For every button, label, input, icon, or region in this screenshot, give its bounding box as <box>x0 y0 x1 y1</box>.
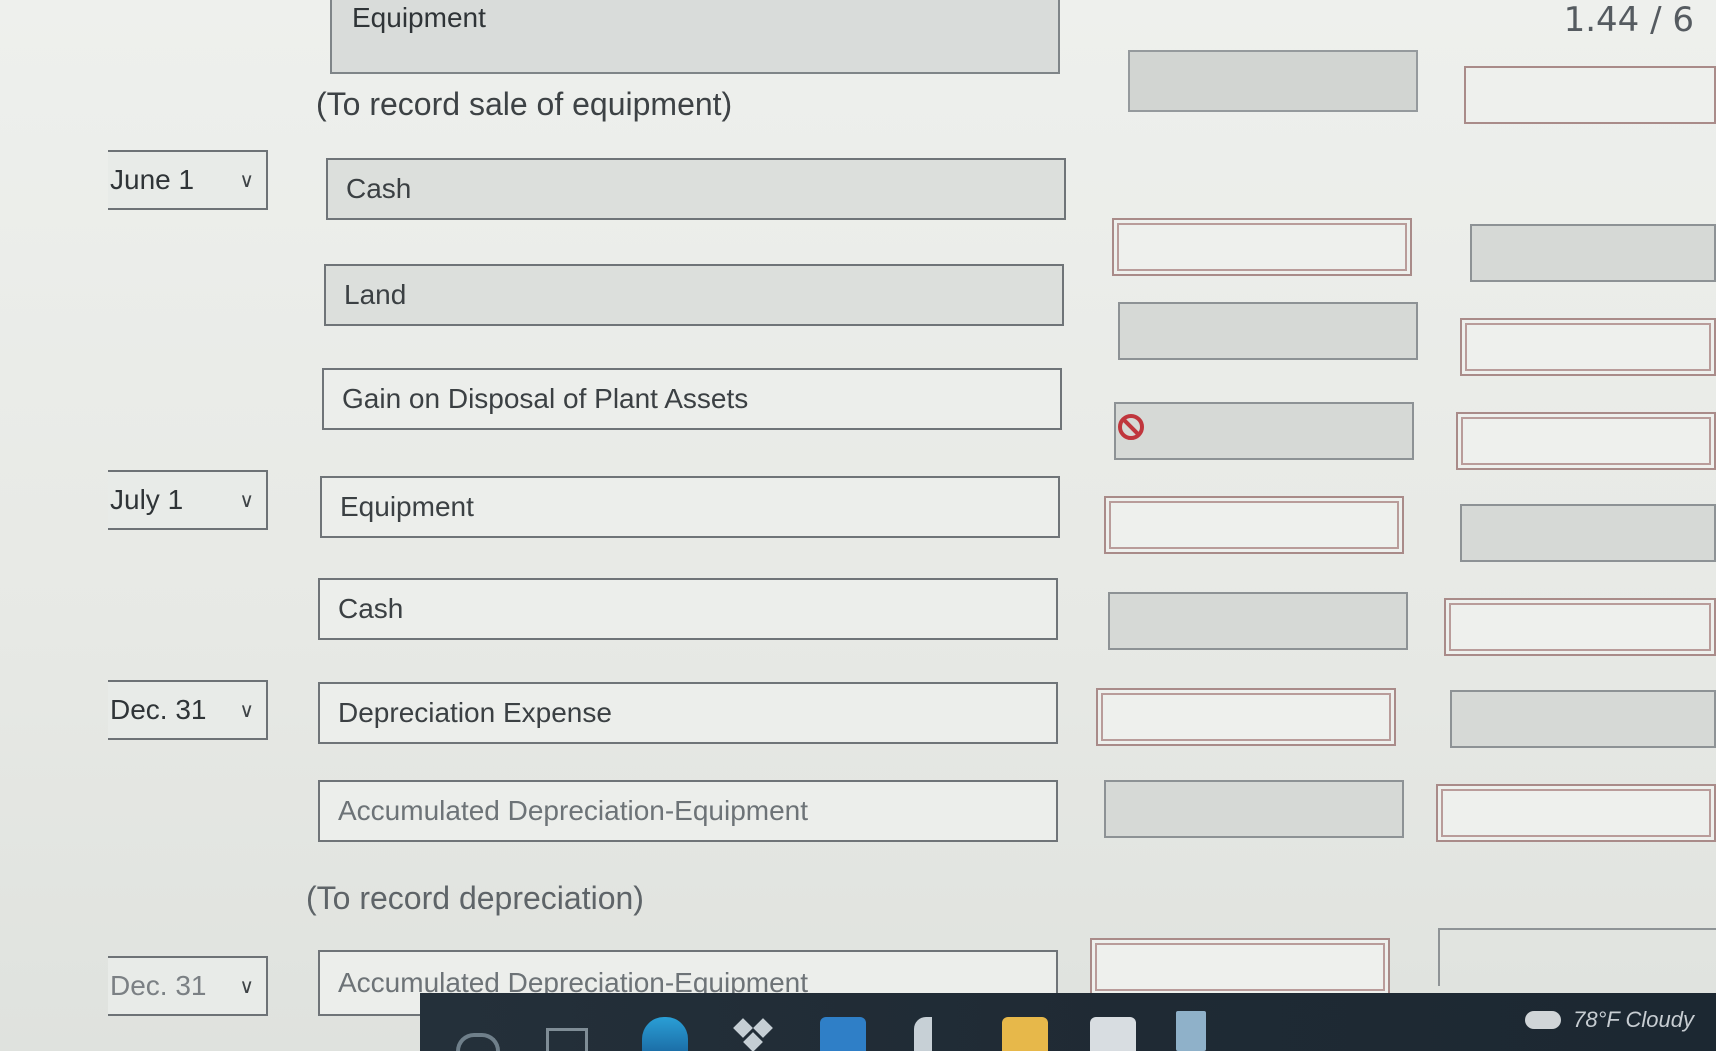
credit-amount-field[interactable] <box>1450 690 1716 748</box>
date-select-label: Dec. 31 <box>110 970 207 1001</box>
account-field-cash-2[interactable]: Cash <box>318 578 1058 640</box>
account-field-cash[interactable]: Cash <box>326 158 1066 220</box>
cloud-icon <box>1525 1011 1562 1029</box>
store-icon[interactable] <box>1090 1017 1136 1051</box>
chevron-down-icon: ∨ <box>239 169 254 192</box>
date-select-dec-31[interactable]: Dec. 31 ∨ <box>108 680 268 740</box>
top-credit-amount-field[interactable] <box>1464 66 1716 124</box>
edge-browser-icon[interactable] <box>642 1017 688 1051</box>
credit-amount-field[interactable] <box>1456 412 1716 470</box>
account-field-label: Land <box>344 279 407 310</box>
date-select-label: Dec. 31 <box>110 694 207 725</box>
top-account-label: Equipment <box>352 2 486 33</box>
journal-entry-page: Equipment 1.44 / 6 (To record sale of eq… <box>0 0 1716 1051</box>
credit-amount-field[interactable] <box>1460 504 1716 562</box>
sale-note: (To record sale of equipment) <box>316 86 733 122</box>
account-field-label: Depreciation Expense <box>338 697 612 728</box>
credit-amount-field[interactable] <box>1444 598 1716 656</box>
debit-amount-field[interactable] <box>1090 938 1390 996</box>
debit-amount-field[interactable] <box>1112 218 1412 276</box>
date-select-label: June 1 <box>110 164 195 195</box>
weather-widget[interactable]: 78°F Cloudy <box>1525 1007 1694 1033</box>
date-select-dec-31-2[interactable]: Dec. 31 ∨ <box>108 956 268 1016</box>
debit-amount-field[interactable] <box>1118 302 1418 360</box>
account-field-gain-on-disposal[interactable]: Gain on Disposal of Plant Assets <box>322 368 1062 430</box>
credit-amount-field[interactable] <box>1460 318 1716 376</box>
account-field-label: Cash <box>338 593 404 624</box>
folder-icon[interactable] <box>1002 1017 1048 1051</box>
chevron-down-icon: ∨ <box>239 975 254 998</box>
calculator-icon[interactable] <box>1176 1011 1206 1051</box>
debit-amount-field[interactable] <box>1104 496 1404 554</box>
chevron-down-icon: ∨ <box>239 489 254 512</box>
top-debit-amount-field[interactable] <box>1128 50 1418 112</box>
debit-amount-field[interactable] <box>1096 688 1396 746</box>
date-select-label: July 1 <box>110 484 184 515</box>
debit-amount-field[interactable] <box>1114 402 1414 460</box>
credit-amount-field[interactable] <box>1436 784 1716 842</box>
account-field-land[interactable]: Land <box>324 264 1064 326</box>
depreciation-note: (To record depreciation) <box>306 880 644 916</box>
taskbar: 78°F Cloudy <box>420 993 1716 1051</box>
top-account-field[interactable]: Equipment <box>330 0 1060 74</box>
account-field-accumulated-depreciation[interactable]: Accumulated Depreciation-Equipment <box>318 780 1058 842</box>
credit-amount-field[interactable] <box>1438 928 1716 986</box>
account-field-label: Gain on Disposal of Plant Assets <box>342 383 749 414</box>
debit-amount-field[interactable] <box>1108 592 1408 650</box>
account-field-label: Accumulated Depreciation-Equipment <box>338 795 809 826</box>
chevron-down-icon: ∨ <box>239 699 254 722</box>
mail-icon[interactable] <box>820 1017 866 1051</box>
account-field-label: Cash <box>346 173 412 204</box>
task-view-icon[interactable] <box>546 1028 588 1051</box>
date-select-july-1[interactable]: July 1 ∨ <box>108 470 268 530</box>
weather-text: 78°F Cloudy <box>1573 1007 1694 1032</box>
dropbox-icon[interactable] <box>732 1017 778 1051</box>
search-icon[interactable] <box>456 1033 500 1051</box>
chat-icon[interactable] <box>914 1017 932 1051</box>
account-field-label: Equipment <box>340 491 474 522</box>
credit-amount-field[interactable] <box>1470 224 1716 282</box>
date-select-june-1[interactable]: June 1 ∨ <box>108 150 268 210</box>
account-field-equipment[interactable]: Equipment <box>320 476 1060 538</box>
not-allowed-icon <box>1118 414 1144 440</box>
account-field-depreciation-expense[interactable]: Depreciation Expense <box>318 682 1058 744</box>
debit-amount-field[interactable] <box>1104 780 1404 838</box>
progress-readout: 1.44 / 6 <box>1563 0 1694 40</box>
